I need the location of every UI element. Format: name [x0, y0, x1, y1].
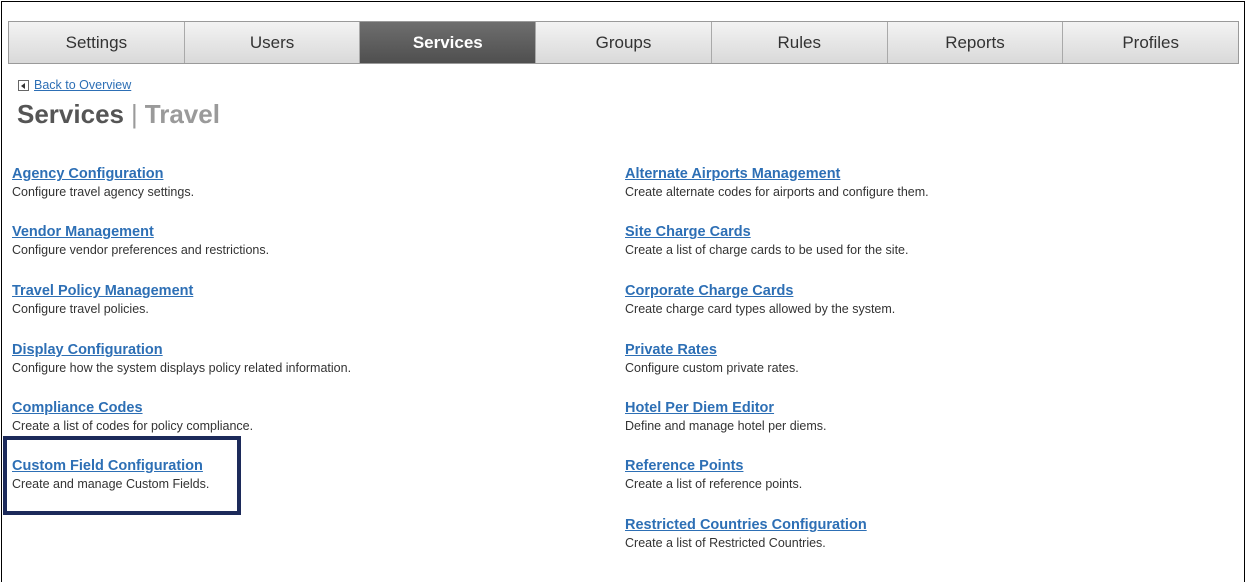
tab-services[interactable]: Services	[360, 22, 537, 63]
display-configuration-description: Configure how the system displays policy…	[12, 361, 352, 375]
tab-reports[interactable]: Reports	[887, 22, 1064, 63]
service-item-hotel-per-diem-editor: Hotel Per Diem Editor Define and manage …	[625, 400, 827, 433]
highlight-box	[3, 436, 241, 515]
tab-settings[interactable]: Settings	[9, 22, 185, 63]
private-rates-description: Configure custom private rates.	[625, 361, 799, 375]
service-item-reference-points: Reference Points Create a list of refere…	[625, 458, 802, 491]
service-item-agency-configuration: Agency Configuration Configure travel ag…	[12, 166, 194, 199]
service-item-corporate-charge-cards: Corporate Charge Cards Create charge car…	[625, 283, 895, 316]
tab-users[interactable]: Users	[184, 22, 361, 63]
site-charge-cards-link[interactable]: Site Charge Cards	[625, 224, 908, 240]
travel-policy-management-link[interactable]: Travel Policy Management	[12, 283, 193, 299]
main-tab-bar: Settings Users Services Groups Rules Rep…	[8, 21, 1239, 64]
agency-configuration-link[interactable]: Agency Configuration	[12, 166, 194, 182]
reference-points-description: Create a list of reference points.	[625, 477, 803, 491]
corporate-charge-cards-link[interactable]: Corporate Charge Cards	[625, 283, 895, 299]
compliance-codes-description: Create a list of codes for policy compli…	[12, 419, 254, 433]
hotel-per-diem-editor-description: Define and manage hotel per diems.	[625, 419, 827, 433]
service-item-site-charge-cards: Site Charge Cards Create a list of charg…	[625, 224, 908, 257]
service-item-private-rates: Private Rates Configure custom private r…	[625, 342, 799, 375]
restricted-countries-configuration-link[interactable]: Restricted Countries Configuration	[625, 517, 867, 533]
display-configuration-link[interactable]: Display Configuration	[12, 342, 351, 358]
hotel-per-diem-editor-link[interactable]: Hotel Per Diem Editor	[625, 400, 827, 416]
tab-profiles[interactable]: Profiles	[1063, 22, 1239, 63]
alternate-airports-management-link[interactable]: Alternate Airports Management	[625, 166, 929, 182]
tab-rules[interactable]: Rules	[711, 22, 888, 63]
service-item-compliance-codes: Compliance Codes Create a list of codes …	[12, 400, 253, 433]
restricted-countries-configuration-description: Create a list of Restricted Countries.	[625, 536, 826, 550]
tab-groups[interactable]: Groups	[536, 22, 712, 63]
page-title-main: Services	[17, 99, 124, 129]
service-item-display-configuration: Display Configuration Configure how the …	[12, 342, 351, 375]
vendor-management-description: Configure vendor preferences and restric…	[12, 243, 270, 257]
corporate-charge-cards-description: Create charge card types allowed by the …	[625, 302, 896, 316]
reference-points-link[interactable]: Reference Points	[625, 458, 802, 474]
page-title: Services | Travel	[17, 99, 220, 130]
private-rates-link[interactable]: Private Rates	[625, 342, 799, 358]
back-to-overview-link[interactable]: Back to Overview	[18, 78, 131, 92]
page-title-sub: Travel	[144, 99, 220, 129]
service-item-vendor-management: Vendor Management Configure vendor prefe…	[12, 224, 269, 257]
service-item-alternate-airports-management: Alternate Airports Management Create alt…	[625, 166, 929, 199]
service-item-travel-policy-management: Travel Policy Management Configure trave…	[12, 283, 193, 316]
service-item-restricted-countries-configuration: Restricted Countries Configuration Creat…	[625, 517, 867, 550]
page-title-separator: |	[130, 99, 138, 129]
back-link-label: Back to Overview	[34, 78, 132, 92]
travel-policy-management-description: Configure travel policies.	[12, 302, 149, 316]
compliance-codes-link[interactable]: Compliance Codes	[12, 400, 253, 416]
site-charge-cards-description: Create a list of charge cards to be used…	[625, 243, 909, 257]
vendor-management-link[interactable]: Vendor Management	[12, 224, 269, 240]
agency-configuration-description: Configure travel agency settings.	[12, 185, 195, 199]
back-arrow-icon	[18, 79, 29, 91]
alternate-airports-management-description: Create alternate codes for airports and …	[625, 185, 929, 199]
